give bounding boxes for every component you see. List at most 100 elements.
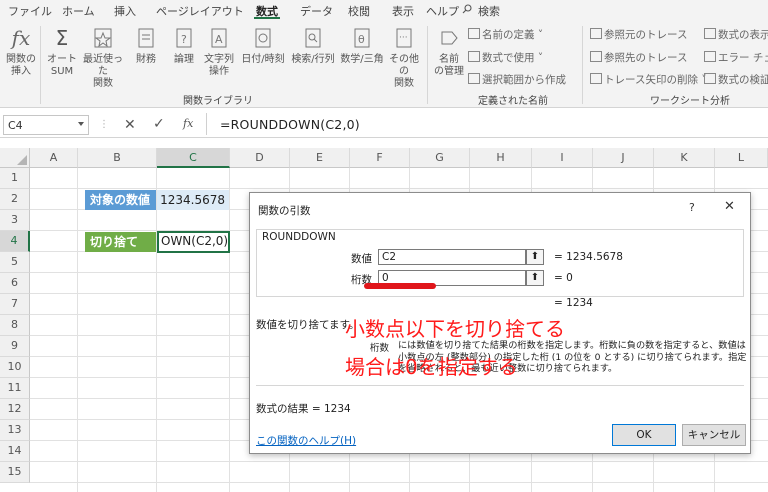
svg-text:A: A [215,33,223,46]
tab-file[interactable]: ファイル [8,3,52,19]
column-header-d[interactable]: D [230,148,290,168]
remove-arrows-button[interactable]: トレース矢印の削除 ˅ [590,72,707,87]
tab-review[interactable]: 校閲 [348,3,370,19]
insert-function-button[interactable]: fx 関数の 挿入 [5,26,37,78]
define-name-button[interactable]: 名前の定義 ˅ [468,27,543,42]
evaluate-formula-button[interactable]: 数式の検証 [704,72,768,87]
formula-input[interactable]: =ROUNDDOWN(C2,0) [220,117,360,132]
more-functions-button[interactable]: ··· その他の 関数 [386,26,422,90]
function-description: 数値を切り捨てます。 [256,319,360,331]
tab-help[interactable]: ヘルプ [426,3,459,19]
column-header-k[interactable]: K [654,148,715,168]
arg-digits-collapse-button[interactable]: ⬆ [526,270,544,286]
arg-number-input[interactable]: C2 [378,249,526,265]
autosum-button[interactable]: Σ オート SUM [44,26,80,78]
help-icon[interactable]: ? [689,201,695,214]
cancel-button[interactable]: キャンセル [682,424,746,446]
row-header-10[interactable]: 10 [0,357,30,378]
tab-data[interactable]: データ [300,3,333,19]
row-header-9[interactable]: 9 [0,336,30,357]
cell-c4[interactable]: OWN(C2,0) [157,231,230,253]
row-header-14[interactable]: 14 [0,441,30,462]
formula-result: 数式の結果 = 1234 [256,403,351,415]
row-header-6[interactable]: 6 [0,273,30,294]
text-icon: A [211,28,227,48]
column-header-g[interactable]: G [410,148,470,168]
group-label-defined-names: 定義された名前 [478,96,548,107]
row-header-11[interactable]: 11 [0,378,30,399]
row-header-8[interactable]: 8 [0,315,30,336]
error-check-icon [704,51,716,62]
ok-button[interactable]: OK [612,424,676,446]
column-header-a[interactable]: A [30,148,78,168]
row-gridline [30,188,768,189]
row-header-3[interactable]: 3 [0,210,30,231]
column-header-i[interactable]: I [532,148,593,168]
tab-view[interactable]: 表示 [392,3,414,19]
show-formulas-button[interactable]: 数式の表示 [704,27,768,42]
tab-insert[interactable]: 挿入 [114,3,136,19]
financial-button[interactable]: 財務 [130,26,162,66]
math-button[interactable]: θ 数学/三角 [338,26,386,66]
trace-dependents-button[interactable]: 参照先のトレース [590,50,687,65]
close-icon[interactable]: ✕ [724,199,735,214]
arg-number-result: = 1234.5678 [554,251,623,263]
tab-page-layout[interactable]: ページレイアウト [156,3,244,19]
column-header-c[interactable]: C [157,148,230,168]
datetime-button[interactable]: 日付/時刻 [238,26,288,66]
cell-b4[interactable]: 切り捨て [85,232,156,252]
use-in-formula-button[interactable]: 数式で使用 ˅ [468,50,543,65]
column-header-f[interactable]: F [350,148,410,168]
name-manager-button[interactable]: 名前 の管理 [432,26,466,78]
active-tab-indicator [254,17,280,19]
column-header-l[interactable]: L [715,148,768,168]
recent-functions-button[interactable]: 最近使った 関数 [82,26,124,90]
error-check-label: エラー チェック [718,52,768,64]
financial-label: 財務 [136,54,156,65]
column-gridline [229,168,230,492]
svg-text:θ: θ [358,33,365,46]
lookup-label: 検索/行列 [291,54,335,65]
name-box-dropdown-icon[interactable] [78,122,84,126]
search-box[interactable]: 検索 [478,3,500,19]
formula-bar: C4 ⋮ ✕ ✓ fx =ROUNDDOWN(C2,0) [0,108,768,138]
row-header-15[interactable]: 15 [0,462,30,483]
enter-check-icon[interactable]: ✓ [153,116,165,132]
row-gridline [30,461,768,462]
datetime-label: 日付/時刻 [241,54,285,65]
logical-icon: ? [176,28,192,48]
dialog-divider [256,385,744,386]
cancel-icon[interactable]: ✕ [124,117,136,133]
name-box[interactable]: C4 [3,115,89,135]
row-gridline [30,482,768,483]
define-name-label: 名前の定義 [482,29,535,41]
column-header-j[interactable]: J [593,148,654,168]
trace-precedents-button[interactable]: 参照元のトレース [590,27,687,42]
insert-function-label: 関数の 挿入 [6,54,36,77]
error-check-button[interactable]: エラー チェック [704,50,768,65]
row-header-4[interactable]: 4 [0,231,30,252]
logical-button[interactable]: ? 論理 [168,26,200,66]
row-header-5[interactable]: 5 [0,252,30,273]
row-header-2[interactable]: 2 [0,189,30,210]
text-functions-button[interactable]: A 文字列 操作 [202,26,236,78]
insert-function-icon[interactable]: fx [183,117,193,130]
function-help-link[interactable]: この関数のヘルプ(H) [256,433,356,448]
create-from-selection-button[interactable]: 選択範囲から作成 [468,72,566,87]
cell-b2[interactable]: 対象の数値 [85,190,156,210]
lookup-button[interactable]: 検索/行列 [288,26,338,66]
tab-home[interactable]: ホーム [62,3,95,19]
column-header-e[interactable]: E [290,148,350,168]
row-header-1[interactable]: 1 [0,168,30,189]
row-header-7[interactable]: 7 [0,294,30,315]
arg-number-collapse-button[interactable]: ⬆ [526,249,544,265]
column-header-h[interactable]: H [470,148,532,168]
search-icon[interactable] [462,4,472,14]
function-name: ROUNDDOWN [260,231,338,243]
lookup-icon [305,28,321,48]
row-header-13[interactable]: 13 [0,420,30,441]
column-gridline [77,168,78,492]
cell-c2[interactable]: 1234.5678 [157,190,229,210]
column-header-b[interactable]: B [78,148,157,168]
row-header-12[interactable]: 12 [0,399,30,420]
